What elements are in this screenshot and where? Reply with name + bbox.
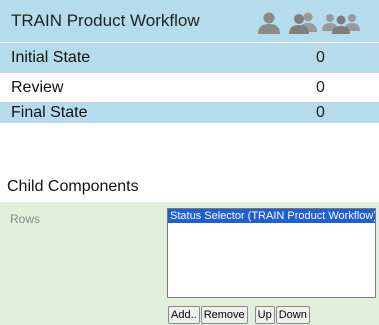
remove-button[interactable]: Remove: [200, 306, 248, 324]
workflow-header: TRAIN Product Workflow: [0, 0, 379, 43]
state-label: Review: [11, 78, 64, 96]
child-components-panel: Rows Status Selector (TRAIN Product Work…: [0, 202, 379, 325]
state-count: 0: [316, 104, 325, 121]
move-down-button[interactable]: Down: [275, 306, 310, 324]
rows-listbox[interactable]: Status Selector (TRAIN Product Workflow): [167, 208, 376, 298]
state-label: Final State: [11, 104, 88, 121]
single-user-icon[interactable]: [253, 12, 285, 34]
two-users-icon[interactable]: [285, 12, 321, 34]
workflow-row-review[interactable]: Review 0: [0, 73, 379, 103]
workflow-row-initial-state[interactable]: Initial State 0: [0, 43, 379, 73]
state-label: Initial State: [11, 48, 91, 66]
workflow-title: TRAIN Product Workflow: [11, 11, 200, 30]
state-count: 0: [316, 78, 325, 96]
three-users-icon[interactable]: [321, 12, 361, 34]
add-button[interactable]: Add..: [168, 306, 200, 324]
workflow-header-icons: [253, 12, 361, 34]
workflow-table: TRAIN Product Workflow Initial State 0 R…: [0, 0, 379, 123]
child-components-title: Child Components: [7, 178, 139, 195]
move-up-button[interactable]: Up: [254, 306, 275, 324]
row-action-buttons: Add.. Remove Up Down: [168, 306, 311, 324]
state-count: 0: [316, 48, 325, 66]
list-item[interactable]: Status Selector (TRAIN Product Workflow): [168, 209, 375, 223]
workflow-row-final-state[interactable]: Final State 0: [0, 103, 379, 123]
rows-label: Rows: [10, 212, 41, 226]
